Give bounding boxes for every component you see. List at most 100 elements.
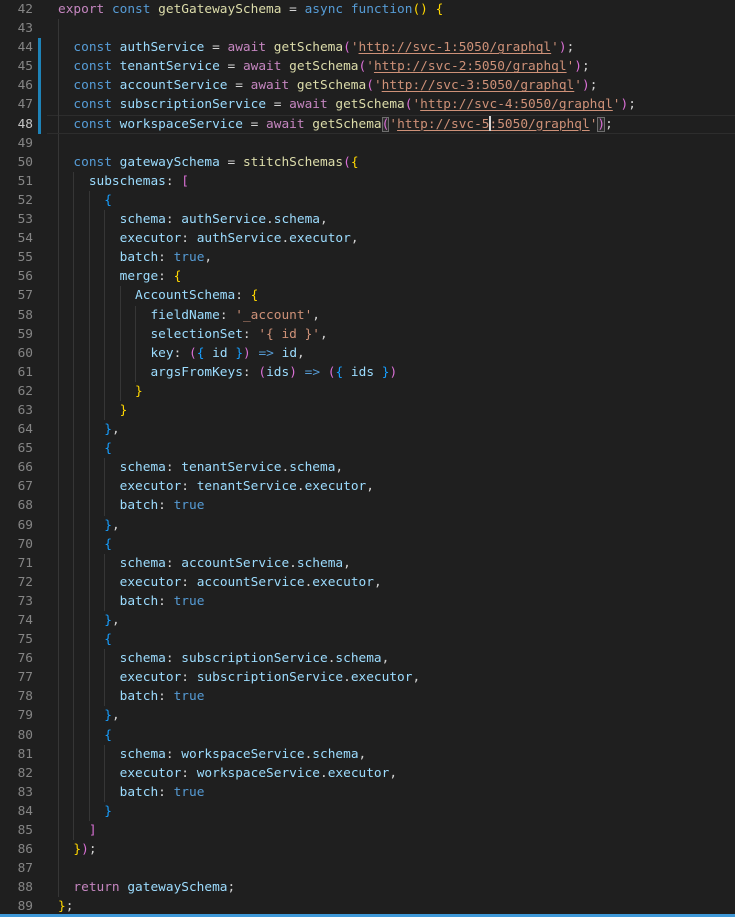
line-number[interactable]: 83 [0,783,33,802]
line-number[interactable]: 47 [0,95,33,114]
code-line[interactable]: 68batch: true [0,496,735,515]
code-line[interactable]: 71schema: accountService.schema, [0,554,735,573]
line-number[interactable]: 45 [0,57,33,76]
line-number[interactable]: 56 [0,267,33,286]
line-number[interactable]: 53 [0,210,33,229]
code-line[interactable]: 64}, [0,420,735,439]
line-number[interactable]: 57 [0,286,33,305]
line-number[interactable]: 88 [0,878,33,897]
line-number[interactable]: 44 [0,38,33,57]
code-line[interactable]: 47const subscriptionService = await getS… [0,95,735,114]
line-number[interactable]: 60 [0,344,33,363]
line-number[interactable]: 65 [0,439,33,458]
code-line[interactable]: 63} [0,401,735,420]
code-line[interactable]: 77executor: subscriptionService.executor… [0,668,735,687]
code-line[interactable]: 56merge: { [0,267,735,286]
line-number[interactable]: 64 [0,420,33,439]
code-token: executor [120,670,182,685]
code-line[interactable]: 46const accountService = await getSchema… [0,76,735,95]
line-number[interactable]: 77 [0,668,33,687]
line-number[interactable]: 82 [0,764,33,783]
code-line[interactable]: 50const gatewaySchema = stitchSchemas({ [0,153,735,172]
code-line[interactable]: 79}, [0,706,735,725]
line-number[interactable]: 80 [0,726,33,745]
code-line[interactable]: 80{ [0,726,735,745]
line-number[interactable]: 73 [0,592,33,611]
code-line[interactable]: 75{ [0,630,735,649]
code-line[interactable]: 88return gatewaySchema; [0,878,735,897]
line-number[interactable]: 67 [0,477,33,496]
code-line[interactable]: 86}); [0,840,735,859]
code-line[interactable]: 51subschemas: [ [0,172,735,191]
line-number[interactable]: 43 [0,19,33,38]
line-number[interactable]: 76 [0,649,33,668]
code-token: , [359,747,367,762]
code-line[interactable]: 84} [0,802,735,821]
line-number[interactable]: 86 [0,840,33,859]
line-number[interactable]: 68 [0,496,33,515]
code-line[interactable]: 72executor: accountService.executor, [0,573,735,592]
line-number[interactable]: 61 [0,363,33,382]
code-line[interactable]: 70{ [0,535,735,554]
line-number[interactable]: 52 [0,191,33,210]
code-line[interactable]: 78batch: true [0,687,735,706]
code-token: const [73,155,119,170]
code-text: const workspaceService = await getSchema… [73,115,612,134]
line-number[interactable]: 87 [0,859,33,878]
line-number[interactable]: 75 [0,630,33,649]
code-line[interactable]: 67executor: tenantService.executor, [0,477,735,496]
code-line[interactable]: 57AccountSchema: { [0,286,735,305]
line-number[interactable]: 48 [0,115,33,134]
line-number[interactable]: 79 [0,706,33,725]
line-number[interactable]: 70 [0,535,33,554]
line-number[interactable]: 63 [0,401,33,420]
line-number[interactable]: 78 [0,687,33,706]
line-number[interactable]: 51 [0,172,33,191]
code-line[interactable]: 42export const getGatewaySchema = async … [0,0,735,19]
code-line[interactable]: 74}, [0,611,735,630]
code-line[interactable]: 59selectionSet: '{ id }', [0,325,735,344]
code-line[interactable]: 65{ [0,439,735,458]
code-line[interactable]: 83batch: true [0,783,735,802]
code-line[interactable]: 82executor: workspaceService.executor, [0,764,735,783]
line-number[interactable]: 71 [0,554,33,573]
line-number[interactable]: 84 [0,802,33,821]
line-number[interactable]: 74 [0,611,33,630]
code-line[interactable]: 85] [0,821,735,840]
code-line[interactable]: 58fieldName: '_account', [0,306,735,325]
code-line[interactable]: 61argsFromKeys: (ids) => ({ ids }) [0,363,735,382]
line-number[interactable]: 49 [0,134,33,153]
line-number[interactable]: 59 [0,325,33,344]
code-line[interactable]: 49 [0,134,735,153]
line-number[interactable]: 55 [0,248,33,267]
code-line[interactable]: 60key: ({ id }) => id, [0,344,735,363]
line-number[interactable]: 69 [0,516,33,535]
code-line[interactable]: 69}, [0,516,735,535]
code-line[interactable]: 54executor: authService.executor, [0,229,735,248]
line-number[interactable]: 54 [0,229,33,248]
code-line[interactable]: 87 [0,859,735,878]
indent-guide [58,611,59,630]
code-line[interactable]: 53schema: authService.schema, [0,210,735,229]
code-line[interactable]: 62} [0,382,735,401]
code-line[interactable]: 81schema: workspaceService.schema, [0,745,735,764]
line-number[interactable]: 46 [0,76,33,95]
code-line[interactable]: 48 const workspaceService = await getSche… [0,115,735,134]
code-area[interactable]: 42export const getGatewaySchema = async … [0,0,735,914]
line-number[interactable]: 81 [0,745,33,764]
code-line[interactable]: 55batch: true, [0,248,735,267]
code-line[interactable]: 43 [0,19,735,38]
code-line[interactable]: 76schema: subscriptionService.schema, [0,649,735,668]
line-number[interactable]: 72 [0,573,33,592]
line-number[interactable]: 62 [0,382,33,401]
code-line[interactable]: 73batch: true [0,592,735,611]
line-number[interactable]: 58 [0,306,33,325]
line-number[interactable]: 85 [0,821,33,840]
code-line[interactable]: 44const authService = await getSchema('h… [0,38,735,57]
code-line[interactable]: 52{ [0,191,735,210]
line-number[interactable]: 66 [0,458,33,477]
line-number[interactable]: 42 [0,0,33,19]
line-number[interactable]: 50 [0,153,33,172]
code-line[interactable]: 66schema: tenantService.schema, [0,458,735,477]
code-line[interactable]: 45const tenantService = await getSchema(… [0,57,735,76]
